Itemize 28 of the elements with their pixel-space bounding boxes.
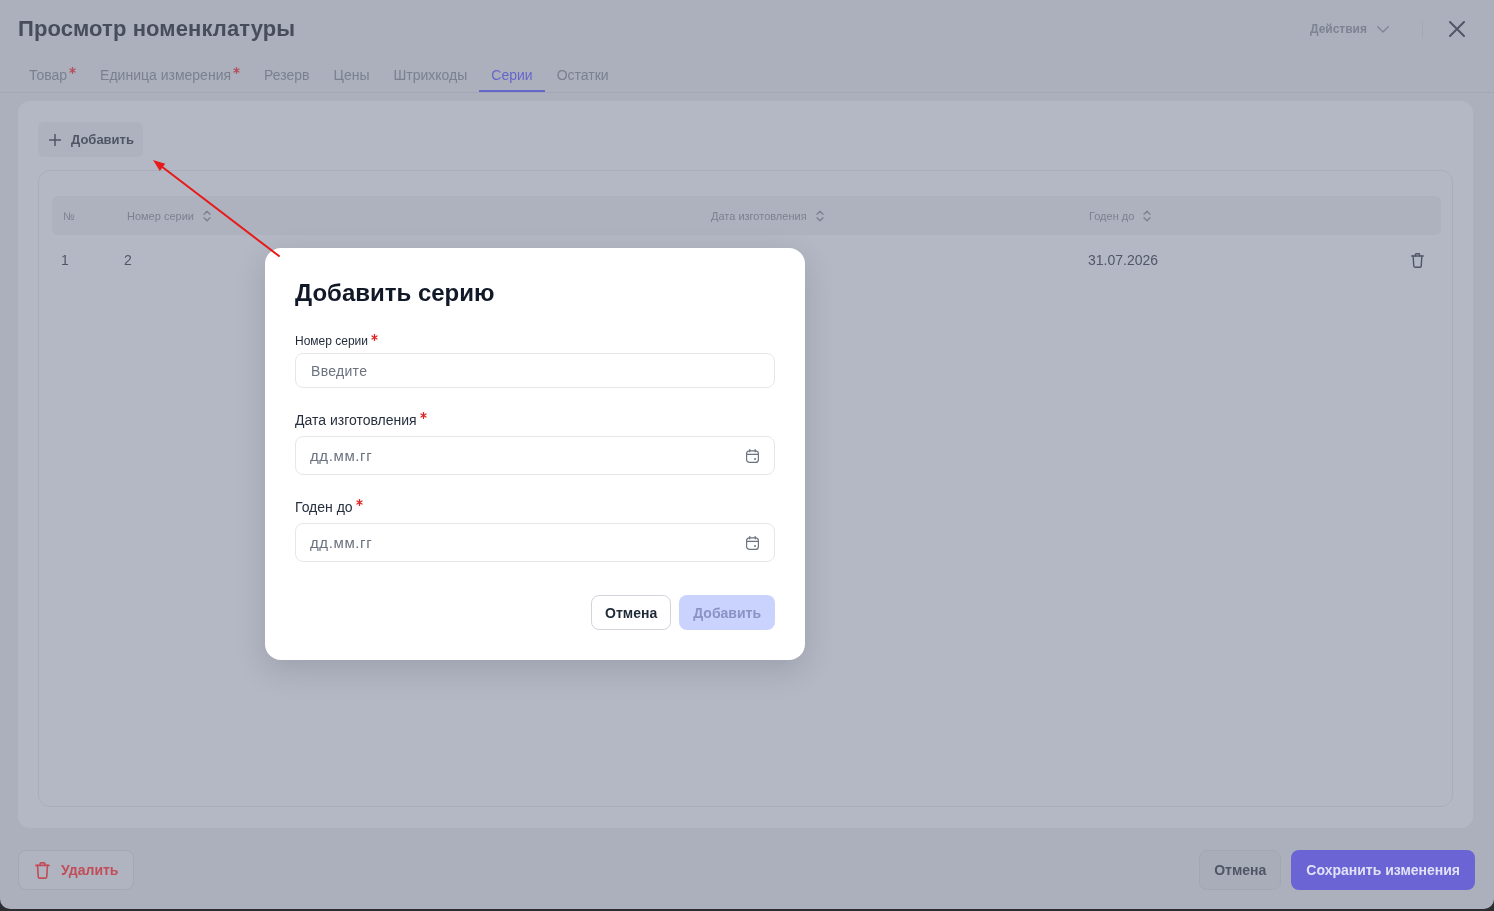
calendar-icon[interactable] xyxy=(746,449,759,463)
cancel-button[interactable]: Отмена xyxy=(1199,850,1282,890)
trash-icon[interactable] xyxy=(35,861,50,879)
chevron-down-icon xyxy=(1377,25,1389,33)
table-cell: 1 xyxy=(61,252,69,268)
column-header: № xyxy=(63,209,75,222)
field-label: Годен до xyxy=(295,498,353,516)
page-title: Просмотр номенклатуры xyxy=(18,16,297,42)
date-field[interactable]: дд.мм.гг xyxy=(295,523,775,562)
plus-icon xyxy=(49,133,61,146)
input-field[interactable]: Введите xyxy=(295,353,775,388)
field-label: Дата изготовления xyxy=(295,411,417,429)
sort-icon[interactable] xyxy=(202,209,211,222)
date-field[interactable]: дд.мм.гг xyxy=(295,436,775,475)
table-cell: 2 xyxy=(124,252,132,268)
sort-icon[interactable] xyxy=(1143,209,1152,222)
trash-icon[interactable] xyxy=(1411,252,1424,268)
delete-button[interactable]: Удалить xyxy=(18,850,135,890)
tab[interactable]: Серии xyxy=(479,58,545,92)
save-button[interactable]: Сохранить изменения xyxy=(1291,850,1475,890)
add-button[interactable]: Добавить xyxy=(38,122,143,157)
field-label: Номер серии xyxy=(295,333,369,349)
sort-icon[interactable] xyxy=(815,209,824,222)
dialog-title: Добавить серию xyxy=(295,278,496,308)
table-cell: 31.07.2026 xyxy=(1088,252,1159,268)
dialog-cancel-button[interactable]: Отмена xyxy=(591,595,672,630)
calendar-icon[interactable] xyxy=(746,536,759,550)
close-icon[interactable] xyxy=(1449,21,1465,37)
